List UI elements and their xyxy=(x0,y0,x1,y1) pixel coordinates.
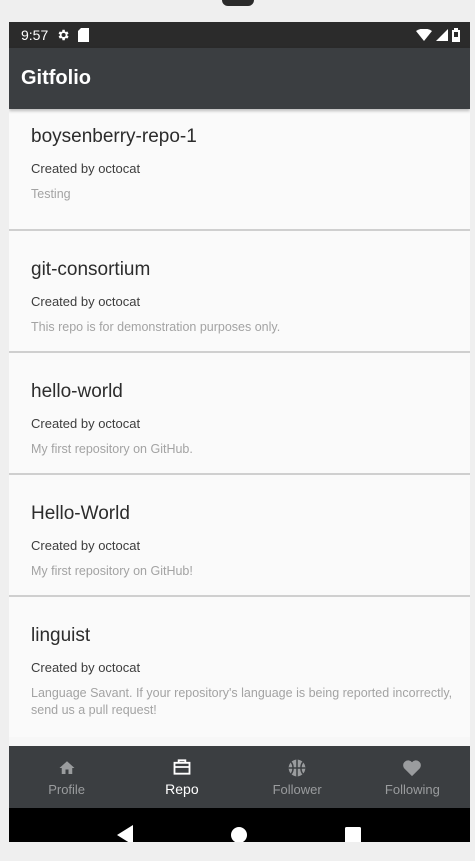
nav-label: Repo xyxy=(165,781,199,797)
repo-owner: Created by octocat xyxy=(31,660,141,675)
basketball-icon xyxy=(287,758,307,778)
repo-description: My first repository on GitHub! xyxy=(31,564,193,578)
repo-list[interactable]: boysenberry-repo-1 Created by octocat Te… xyxy=(9,109,470,746)
status-bar: 9:57 xyxy=(9,22,470,48)
repo-owner: Created by octocat xyxy=(31,294,141,309)
repo-name: git-consortium xyxy=(31,259,151,280)
repo-card[interactable]: git-consortium Created by octocat This r… xyxy=(9,231,470,353)
repo-owner: Created by octocat xyxy=(31,161,141,176)
repo-card[interactable]: hello-world Created by octocat My first … xyxy=(9,353,470,475)
repo-card[interactable]: linguist Created by octocat Language Sav… xyxy=(9,597,470,737)
camera-notch xyxy=(222,0,254,6)
home-circle-icon[interactable] xyxy=(219,815,259,842)
battery-icon xyxy=(452,28,460,42)
repo-description: Language Savant. If your repository's la… xyxy=(31,686,453,717)
nav-item-follower[interactable]: Follower xyxy=(240,746,355,808)
repo-owner: Created by octocat xyxy=(31,538,141,553)
system-navigation-bar xyxy=(9,808,470,842)
wifi-icon xyxy=(416,29,432,41)
home-icon xyxy=(58,758,76,778)
briefcase-icon xyxy=(172,757,192,777)
repo-description: This repo is for demonstration purposes … xyxy=(31,320,281,334)
repo-description: My first repository on GitHub. xyxy=(31,442,193,456)
cell-signal-icon xyxy=(436,29,448,41)
app-bar: Gitfolio xyxy=(9,48,470,109)
phone-screen: 9:57 Gitfolio boysenberry-repo-1 Created… xyxy=(9,22,470,842)
settings-gear-icon xyxy=(56,28,70,42)
nav-label: Follower xyxy=(272,781,322,797)
bottom-navigation: Profile Repo Follower Following xyxy=(9,746,470,808)
status-time: 9:57 xyxy=(21,27,49,43)
repo-card[interactable]: boysenberry-repo-1 Created by octocat Te… xyxy=(9,109,470,231)
app-title: Gitfolio xyxy=(21,67,91,89)
heart-icon xyxy=(402,758,422,778)
sd-card-icon xyxy=(78,28,90,42)
recents-icon[interactable] xyxy=(333,815,373,842)
status-right xyxy=(416,28,460,42)
repo-card[interactable]: Hello-World Created by octocat My first … xyxy=(9,475,470,597)
back-icon[interactable] xyxy=(106,815,146,842)
status-left: 9:57 xyxy=(21,27,90,43)
repo-name: Hello-World xyxy=(31,503,130,524)
nav-label: Following xyxy=(384,781,440,797)
repo-description: Testing xyxy=(31,187,71,201)
nav-item-profile[interactable]: Profile xyxy=(9,746,124,808)
nav-item-repo[interactable]: Repo xyxy=(124,746,239,808)
repo-name: boysenberry-repo-1 xyxy=(31,126,197,147)
repo-name: linguist xyxy=(31,625,91,646)
repo-name: hello-world xyxy=(31,381,123,402)
nav-item-following[interactable]: Following xyxy=(355,746,470,808)
repo-owner: Created by octocat xyxy=(31,416,141,431)
nav-label: Profile xyxy=(48,781,86,797)
